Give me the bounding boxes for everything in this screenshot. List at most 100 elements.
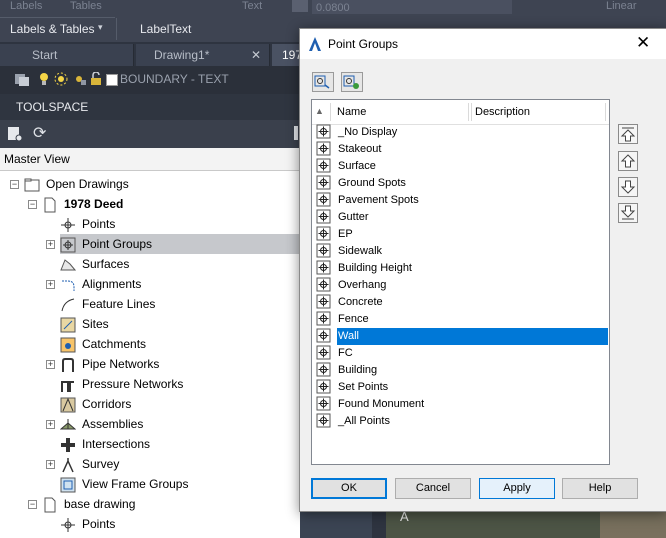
refresh-icon[interactable]: ⟳	[33, 123, 46, 143]
point-group-name: EP	[338, 228, 353, 240]
panel-labels-tables[interactable]: Labels & Tables	[10, 22, 95, 36]
tree-item[interactable]: base drawing	[42, 494, 135, 514]
corridors-icon	[60, 397, 76, 413]
tree-item[interactable]: Alignments	[60, 274, 141, 294]
expand-icon[interactable]: +	[46, 460, 55, 469]
help-button[interactable]: Help	[562, 478, 638, 499]
tree-item[interactable]: Sites	[60, 314, 109, 334]
tree-item[interactable]: Survey	[60, 454, 119, 474]
move-to-bottom-button[interactable]	[618, 203, 638, 223]
tree-item[interactable]: Intersections	[60, 434, 150, 454]
point-group-icon	[316, 413, 331, 428]
pipe-networks-icon	[62, 357, 74, 372]
point-group-icon	[316, 311, 331, 326]
tab-drawing1[interactable]: Drawing1* ✕	[136, 44, 270, 66]
column-description[interactable]: Description	[475, 100, 530, 124]
point-group-row[interactable]: Stakeout	[312, 141, 609, 158]
tree-item[interactable]: Points	[60, 214, 115, 234]
tab-start[interactable]: Start	[0, 44, 134, 66]
column-name[interactable]: Name	[337, 100, 366, 124]
close-dialog-icon[interactable]: ✕	[636, 33, 650, 53]
lock-open-icon[interactable]	[90, 72, 102, 86]
master-view-tab[interactable]: Master View	[0, 148, 300, 171]
column-separator[interactable]	[468, 103, 469, 121]
point-group-icon	[316, 141, 331, 156]
tree-item[interactable]: Feature Lines	[60, 294, 155, 314]
point-group-icon	[316, 294, 331, 309]
point-group-row[interactable]: Ground Spots	[312, 175, 609, 192]
collapse-icon[interactable]: −	[28, 200, 37, 209]
current-layer-name[interactable]: BOUNDARY - TEXT	[120, 72, 229, 86]
sun-viewport-icon[interactable]	[72, 72, 86, 86]
apply-button[interactable]: Apply	[479, 478, 555, 499]
ok-button[interactable]: OK	[311, 478, 387, 499]
point-group-row[interactable]: EP	[312, 226, 609, 243]
point-group-name: Concrete	[338, 296, 383, 308]
tree-item[interactable]: 1978 Deed	[42, 194, 123, 214]
expand-icon[interactable]: +	[46, 420, 55, 429]
point-group-icon	[316, 124, 331, 139]
point-group-row[interactable]: Pavement Spots	[312, 192, 609, 209]
expand-icon[interactable]: +	[46, 240, 55, 249]
point-group-row[interactable]: _No Display	[312, 124, 609, 141]
point-group-row[interactable]: Building	[312, 362, 609, 379]
point-group-row[interactable]: Overhang	[312, 277, 609, 294]
layer-properties-icon[interactable]	[14, 71, 30, 87]
point-group-row[interactable]: Found Monument	[312, 396, 609, 413]
point-group-row[interactable]: Wall	[312, 328, 609, 345]
lightbulb-on-icon[interactable]	[38, 72, 50, 86]
column-separator[interactable]	[330, 103, 331, 121]
layer-color-swatch[interactable]	[106, 74, 118, 86]
point-group-row[interactable]: _All Points	[312, 413, 609, 430]
expand-icon[interactable]: +	[46, 280, 55, 289]
update-point-groups-button[interactable]	[341, 72, 363, 92]
collapse-icon[interactable]: −	[28, 500, 37, 509]
expand-icon[interactable]: +	[46, 360, 55, 369]
point-group-row[interactable]: Set Points	[312, 379, 609, 396]
dialog-titlebar[interactable]: Point Groups ✕	[300, 29, 666, 59]
move-to-top-button[interactable]	[618, 124, 638, 144]
sort-ascending-icon[interactable]: ▲	[315, 106, 324, 116]
tree-item[interactable]: Pressure Networks	[60, 374, 183, 394]
point-groups-list[interactable]: ▲ Name Description _No Display Stakeout Su…	[311, 99, 610, 465]
tree-item[interactable]: Pipe Networks	[60, 354, 159, 374]
collapse-icon[interactable]: −	[10, 180, 19, 189]
tree-item-label: Alignments	[82, 277, 142, 291]
point-group-row[interactable]: Fence	[312, 311, 609, 328]
show-differences-icon	[314, 75, 330, 89]
view-frame-groups-icon	[60, 477, 76, 493]
column-separator[interactable]	[471, 103, 472, 121]
point-group-icon	[316, 243, 331, 258]
text-height-field[interactable]: 0.0800	[312, 0, 512, 14]
point-group-row[interactable]: Concrete	[312, 294, 609, 311]
tab-drawing1-label: Drawing1*	[154, 48, 210, 62]
point-group-icon	[316, 396, 331, 411]
tree-item[interactable]: Corridors	[60, 394, 131, 414]
drawing-icon	[44, 497, 56, 513]
text-height-icon	[292, 0, 308, 12]
tree-item-label: Points	[82, 217, 116, 231]
column-separator[interactable]	[605, 103, 606, 121]
point-group-row[interactable]: Gutter	[312, 209, 609, 226]
show-differences-button[interactable]	[312, 72, 334, 92]
tree-item[interactable]: Catchments	[60, 334, 146, 354]
point-group-row[interactable]: Surface	[312, 158, 609, 175]
tree-item[interactable]: Assemblies	[60, 414, 143, 434]
tree-item-label: Feature Lines	[82, 297, 156, 311]
point-group-row[interactable]: Sidewalk	[312, 243, 609, 260]
tree-item[interactable]: View Frame Groups	[60, 474, 188, 494]
move-down-button[interactable]	[618, 177, 638, 197]
panel-expand-chevron-icon[interactable]: ▾	[98, 22, 103, 33]
close-tab-icon[interactable]: ✕	[251, 44, 261, 66]
tree-item[interactable]: Surfaces	[60, 254, 129, 274]
point-group-row[interactable]: FC	[312, 345, 609, 362]
panel-labeltext[interactable]: LabelText	[140, 22, 191, 36]
tree-item[interactable]: Point Groups	[60, 234, 300, 254]
cancel-button[interactable]: Cancel	[395, 478, 471, 499]
tree-item[interactable]: Open Drawings	[24, 174, 129, 194]
point-group-row[interactable]: Building Height	[312, 260, 609, 277]
sun-freeze-icon[interactable]	[54, 72, 68, 86]
move-up-button[interactable]	[618, 151, 638, 171]
drawing-item-modes-icon[interactable]	[7, 126, 23, 142]
tree-item[interactable]: Points	[60, 514, 115, 534]
